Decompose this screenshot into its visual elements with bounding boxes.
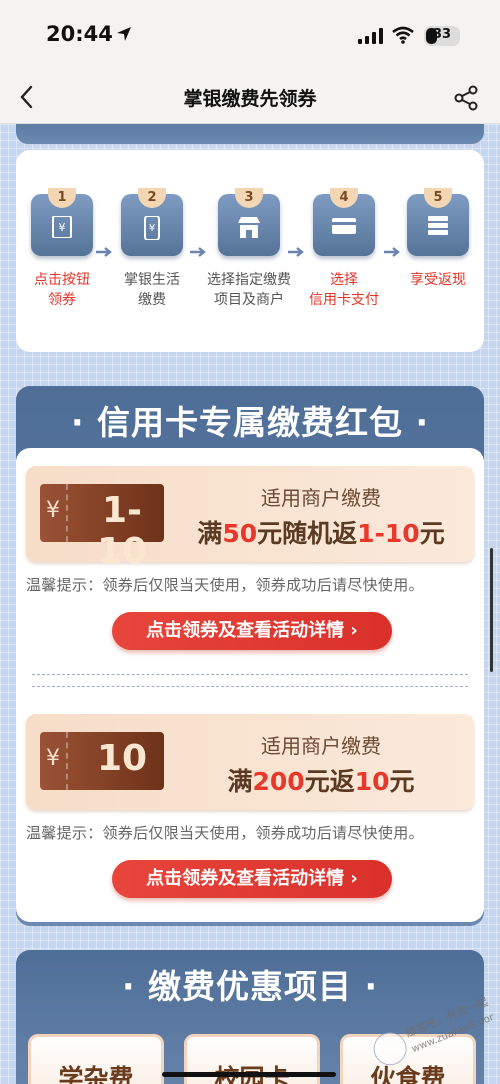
top-header-strip: [16, 124, 484, 144]
divider: [32, 686, 468, 687]
battery-level: 33: [432, 27, 452, 42]
page-content: 1 ¥ 点击按钮 领券 2 ¥ 掌银生活 缴费 3 选择指定缴费 项目及商户 4…: [0, 124, 500, 1084]
scrollbar[interactable]: [490, 548, 493, 672]
step-3: 3 选择指定缴费 项目及商户: [202, 188, 296, 310]
step-5: 5 享受返现: [394, 188, 482, 290]
coupon-ticket: ¥ 10: [40, 732, 164, 790]
step-5-label: 享受返现: [410, 272, 466, 288]
project-label: 学杂费: [58, 1064, 134, 1084]
cellular-signal-icon: [358, 28, 383, 44]
coupon-2: ¥ 10 适用商户缴费 满200元返10元: [26, 714, 474, 810]
coupon-amount: 1-10: [96, 490, 148, 572]
yen-symbol: ¥: [46, 498, 60, 523]
claim-coupon-button[interactable]: 点击领券及查看活动详情 ›: [112, 612, 392, 650]
wifi-icon: [392, 26, 414, 44]
coupon-1: ¥ 1-10 适用商户缴费 满50元随机返1-10元: [26, 466, 474, 572]
nav-bar: 掌银缴费先领券: [0, 72, 500, 124]
coupon-icon: ¥: [52, 216, 72, 238]
divider: [32, 674, 468, 675]
coupon-tip: 温馨提示：领券后仅限当天使用，领券成功后请尽快使用。: [26, 576, 424, 594]
coupon-condition: 满50元随机返1-10元: [197, 519, 445, 548]
step-3-label: 选择指定缴费 项目及商户: [207, 272, 291, 308]
coupon-card: ¥ 1-10 适用商户缴费 满50元随机返1-10元 温馨提示：领券后仅限当天使…: [16, 448, 484, 922]
section-title: · 缴费优惠项目 ·: [121, 967, 379, 1006]
coupon-amount: 10: [96, 738, 148, 779]
section-title: · 信用卡专属缴费红包 ·: [70, 403, 430, 442]
home-indicator[interactable]: [162, 1072, 336, 1077]
steps-panel: 1 ¥ 点击按钮 领券 2 ¥ 掌银生活 缴费 3 选择指定缴费 项目及商户 4…: [16, 150, 484, 352]
step-1-label: 点击按钮 领券: [34, 272, 90, 308]
project-card-tuition[interactable]: 学杂费: [28, 1034, 164, 1084]
credit-card-icon: [332, 218, 356, 234]
page-title: 掌银缴费先领券: [183, 88, 317, 110]
money-stack-icon: [428, 216, 448, 235]
status-bar: 20:44 33: [0, 0, 500, 72]
coupon-subtitle: 适用商户缴费: [261, 486, 381, 510]
phone-icon: ¥: [144, 216, 160, 240]
step-2-label: 掌银生活 缴费: [124, 272, 180, 308]
svg-text:¥: ¥: [59, 221, 66, 234]
location-arrow-icon: [117, 27, 131, 41]
coupon-tip: 温馨提示：领券后仅限当天使用，领券成功后请尽快使用。: [26, 824, 424, 842]
coupon-condition: 满200元返10元: [227, 767, 415, 796]
claim-coupon-button[interactable]: 点击领券及查看活动详情 ›: [112, 860, 392, 898]
coupon-ticket: ¥ 1-10: [40, 484, 164, 572]
store-icon: [238, 217, 260, 238]
battery-icon: 33: [424, 26, 460, 46]
step-4: 4 选择 信用卡支付: [300, 188, 388, 310]
svg-text:¥: ¥: [149, 223, 155, 234]
coupon-subtitle: 适用商户缴费: [261, 734, 381, 758]
yen-symbol: ¥: [46, 746, 60, 771]
share-icon[interactable]: [452, 84, 480, 112]
step-2: 2 ¥ 掌银生活 缴费: [108, 188, 196, 310]
step-1: 1 ¥ 点击按钮 领券: [18, 188, 106, 310]
step-4-label: 选择 信用卡支付: [309, 272, 379, 308]
status-time: 20:44: [46, 22, 113, 46]
